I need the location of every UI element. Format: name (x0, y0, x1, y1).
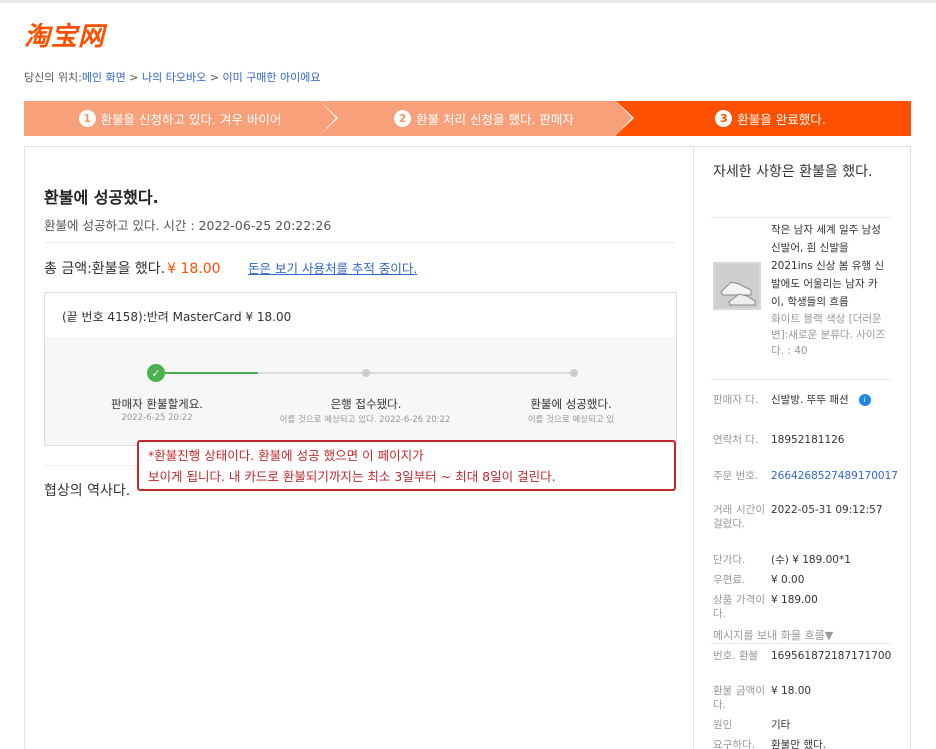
total-refund: 총 금액:환불을 했다. ¥ 18.00 (44, 258, 221, 278)
progress-sub: 이를 것으로 예상되고 있 (527, 415, 615, 425)
top-border (0, 0, 936, 3)
refund-progress-card: (끝 번호 4158):반려 MasterCard ¥ 18.00 ✓ 판매자 … (44, 292, 677, 446)
progress-dot (362, 369, 370, 377)
sidebar-title: 자세한 사항은 환불을 했다. (713, 164, 873, 180)
refund-time: 환불에 성공하고 있다. 시간 : 2022-06-25 20:22:26 (44, 218, 332, 233)
breadcrumb-my-taobao-link[interactable]: 나의 타오바오 (142, 71, 206, 84)
divider (44, 242, 676, 243)
breadcrumb-separator: > (206, 71, 223, 84)
total-amount: ¥ 18.00 (167, 261, 221, 277)
detail-value: ¥ 0.00 (771, 574, 805, 586)
progress-dot (570, 369, 578, 377)
detail-value: 18952181126 (771, 434, 845, 446)
detail-key: 우편료. (713, 574, 746, 586)
logistics-message-toggle[interactable]: 메시지를 보내 화물 흐름▼ (713, 627, 893, 643)
order-number-link[interactable]: 2664268527489170017 (771, 469, 901, 483)
progress-line-pending (258, 372, 576, 374)
page-title: 환불에 성공했다. (44, 188, 159, 207)
breadcrumb-home-link[interactable]: 메인 화면 (82, 71, 126, 84)
order-detail-sidebar: 자세한 사항은 환불을 했다. 작은 남자 세계 일주 남성 신발어, 흰 신발… (695, 146, 911, 749)
track-money-link[interactable]: 돈은 보기 사용처를 추적 중이다. (248, 258, 417, 277)
step-number: 3 (715, 110, 733, 127)
step-apply: 1 환불을 신청하고 있다. 겨우 바이어 (24, 101, 336, 136)
detail-key: 상품 가격이다. (713, 594, 765, 620)
note-line: *환불진행 상태이다. 환불에 성공 했으면 이 페이지가 (148, 448, 424, 463)
total-label: 총 금액:환불을 했다. (44, 261, 166, 277)
progress-line-done (156, 372, 258, 374)
detail-value: 169561872187171700 (771, 650, 892, 662)
progress-sub: 2022-6-25 20:22 (121, 413, 193, 423)
negotiation-history-title: 협상의 역사다. (44, 483, 131, 499)
detail-key: 원인 (713, 719, 733, 731)
detail-key: 거래 시간이 걸렸다. (713, 504, 765, 530)
detail-value: (수) ¥ 189.00*1 (771, 554, 851, 566)
product-thumbnail[interactable] (713, 262, 761, 310)
step-chevron (320, 101, 336, 135)
progress-label: 환불에 성공했다. (530, 397, 612, 411)
step-number: 1 (78, 110, 96, 127)
detail-key: 주문 번호. (713, 470, 759, 482)
detail-value: ¥ 189.00 (771, 594, 818, 606)
shoe-icon (715, 264, 759, 308)
detail-value: 신발방. 뚜뚜 패션 i (771, 393, 901, 407)
detail-key: 연락처 다. (713, 434, 759, 446)
step-label: 환불을 완료했다. (737, 112, 826, 127)
product-name-link[interactable]: 작은 남자 세계 일주 남성 신발어, 흰 신발을 2021ins 신상 봄 유… (771, 221, 889, 311)
breadcrumb: 당신의 위치:메인 화면 > 나의 타오바오 > 이미 구매한 아이에요 (24, 69, 321, 85)
taobao-logo[interactable]: 淘宝网 (24, 16, 105, 53)
breadcrumb-separator: > (125, 71, 143, 84)
annotation-note: *환불진행 상태이다. 환불에 성공 했으면 이 페이지가 보이게 됩니다. 내… (137, 440, 676, 491)
detail-key: 환불 금액이다. (713, 685, 765, 711)
step-label: 환불 처리 신청을 했다. 판매자 (416, 112, 574, 127)
detail-value: ¥ 18.00 (771, 685, 812, 697)
detail-key: 요구하다. (713, 739, 755, 749)
detail-key: 단가다. (713, 554, 746, 566)
divider (711, 643, 891, 644)
note-line: 보이게 됩니다. 내 카드로 환불되기까지는 최소 3일부터 ~ 최대 8일이 … (148, 469, 556, 484)
step-label: 환불을 신청하고 있다. 겨우 바이어 (100, 112, 282, 127)
chat-icon[interactable]: i (858, 394, 871, 406)
step-number: 2 (394, 110, 412, 127)
check-icon: ✓ (147, 364, 165, 382)
detail-value: 2022-05-31 09:12:57 (771, 504, 883, 516)
breadcrumb-purchased-link[interactable]: 이미 구매한 아이에요 (222, 71, 320, 84)
detail-value: 기타 (771, 719, 791, 731)
product-spec: 화이트 블랙 색상 [더러운 변]:새로운 분류다. 사이즈다. : 40 (771, 313, 886, 357)
detail-value: 환불만 했다. (771, 739, 826, 749)
seller-name[interactable]: 신발방. 뚜뚜 패션 (771, 394, 849, 406)
progress-label: 판매자 환불할게요. (111, 397, 203, 411)
step-complete: 3 환불을 완료했다. (616, 101, 911, 136)
progress-label: 은행 접수됐다. (330, 397, 402, 411)
divider (711, 379, 891, 380)
card-info: (끝 번호 4158):반려 MasterCard ¥ 18.00 (62, 310, 292, 324)
divider (711, 217, 891, 218)
step-process: 2 환불 처리 신청을 했다. 판매자 (320, 101, 632, 136)
refund-steps-bar: 1 환불을 신청하고 있다. 겨우 바이어 2 환불 처리 신청을 했다. 판매… (24, 101, 911, 136)
progress-track: ✓ 판매자 환불할게요. 2022-6-25 20:22 은행 접수됐다. 이를… (45, 337, 676, 445)
step-chevron (616, 101, 632, 135)
detail-key: 판매자 다. (713, 394, 759, 406)
progress-sub: 이를 것으로 예상되고 있다. 2022-6-26 20:22 (279, 415, 451, 425)
detail-key: 번호. 환불 (713, 650, 759, 662)
card-header: (끝 번호 4158):반려 MasterCard ¥ 18.00 (45, 293, 676, 337)
breadcrumb-prefix: 당신의 위치: (24, 71, 82, 84)
